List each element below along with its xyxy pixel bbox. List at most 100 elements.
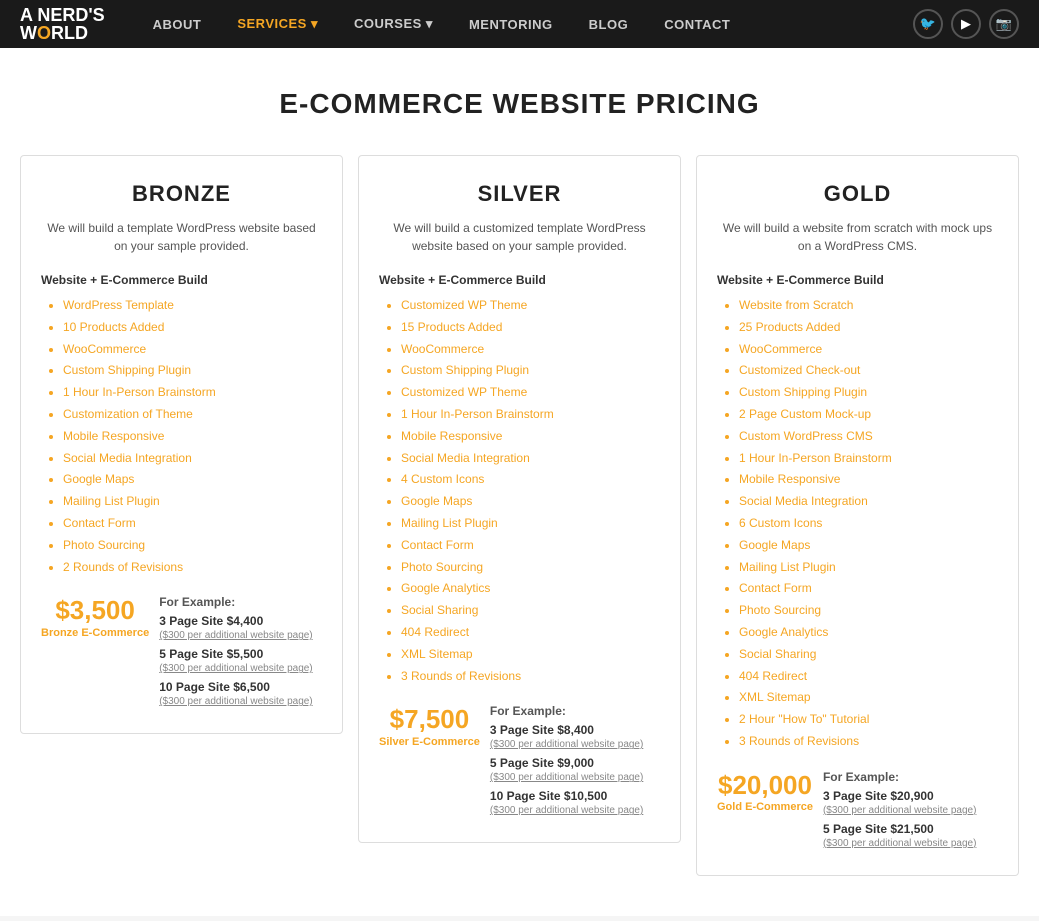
nav-about[interactable]: ABOUT	[135, 0, 220, 48]
price-note: ($300 per additional website page)	[490, 739, 660, 750]
feature-item: 1 Hour In-Person Brainstorm	[739, 450, 998, 467]
plan-silver: SILVER We will build a customized templa…	[358, 155, 681, 843]
price-note: ($300 per additional website page)	[159, 630, 322, 641]
feature-item: Customized WP Theme	[401, 297, 660, 314]
price-label: Silver E-Commerce	[379, 736, 480, 748]
price-row: 5 Page Site $5,500	[159, 647, 322, 661]
big-price: $3,500	[41, 595, 149, 626]
feature-item: Mobile Responsive	[739, 471, 998, 488]
example-title: For Example:	[490, 704, 660, 718]
feature-item: 1 Hour In-Person Brainstorm	[63, 384, 322, 401]
feature-item: WooCommerce	[401, 341, 660, 358]
price-note: ($300 per additional website page)	[159, 696, 322, 707]
feature-item: Custom Shipping Plugin	[401, 362, 660, 379]
main-content: E-COMMERCE WEBSITE PRICING BRONZE We wil…	[0, 48, 1039, 916]
feature-item: Contact Form	[401, 537, 660, 554]
feature-item: Mailing List Plugin	[63, 493, 322, 510]
section-label: Website + E-Commerce Build	[41, 273, 322, 287]
plan-bronze: BRONZE We will build a template WordPres…	[20, 155, 343, 734]
price-note: ($300 per additional website page)	[490, 805, 660, 816]
price-left: $7,500 Silver E-Commerce	[379, 704, 480, 747]
nav-courses[interactable]: COURSES ▾	[336, 0, 451, 48]
feature-item: Social Media Integration	[401, 450, 660, 467]
feature-item: XML Sitemap	[401, 646, 660, 663]
pricing-bottom: $3,500 Bronze E-Commerce For Example: 3 …	[41, 595, 322, 713]
site-logo[interactable]: A NERD'S WORLD	[20, 6, 105, 42]
nav-contact[interactable]: CONTACT	[646, 0, 748, 48]
feature-item: 3 Rounds of Revisions	[401, 668, 660, 685]
feature-item: 404 Redirect	[401, 624, 660, 641]
feature-item: Social Media Integration	[63, 450, 322, 467]
price-label: Bronze E-Commerce	[41, 627, 149, 639]
price-note: ($300 per additional website page)	[823, 805, 998, 816]
feature-item: 404 Redirect	[739, 668, 998, 685]
pricing-bottom: $20,000 Gold E-Commerce For Example: 3 P…	[717, 770, 998, 855]
feature-list: Website from Scratch 25 Products Added Woo…	[717, 297, 998, 750]
feature-item: 25 Products Added	[739, 319, 998, 336]
feature-item: 2 Page Custom Mock-up	[739, 406, 998, 423]
big-price: $7,500	[379, 704, 480, 735]
feature-item: Custom Shipping Plugin	[63, 362, 322, 379]
section-label: Website + E-Commerce Build	[379, 273, 660, 287]
price-examples: For Example: 3 Page Site $4,400 ($300 pe…	[159, 595, 322, 713]
feature-item: Google Analytics	[401, 580, 660, 597]
feature-item: 10 Products Added	[63, 319, 322, 336]
feature-item: 4 Custom Icons	[401, 471, 660, 488]
feature-item: 1 Hour In-Person Brainstorm	[401, 406, 660, 423]
feature-item: WordPress Template	[63, 297, 322, 314]
feature-item: Social Media Integration	[739, 493, 998, 510]
nav-links: ABOUT SERVICES ▾ COURSES ▾ MENTORING BLO…	[135, 0, 913, 48]
feature-item: 6 Custom Icons	[739, 515, 998, 532]
plan-description: We will build a template WordPress websi…	[41, 219, 322, 255]
plan-title: BRONZE	[41, 181, 322, 207]
plan-description: We will build a website from scratch wit…	[717, 219, 998, 255]
big-price: $20,000	[717, 770, 813, 801]
feature-item: Website from Scratch	[739, 297, 998, 314]
nav-blog[interactable]: BLOG	[571, 0, 647, 48]
navbar: A NERD'S WORLD ABOUT SERVICES ▾ COURSES …	[0, 0, 1039, 48]
feature-item: Contact Form	[739, 580, 998, 597]
feature-item: Social Sharing	[739, 646, 998, 663]
price-note: ($300 per additional website page)	[490, 772, 660, 783]
feature-item: Custom WordPress CMS	[739, 428, 998, 445]
nav-services[interactable]: SERVICES ▾	[219, 0, 336, 48]
example-title: For Example:	[159, 595, 322, 609]
feature-item: 15 Products Added	[401, 319, 660, 336]
feature-item: Mailing List Plugin	[401, 515, 660, 532]
plan-title: GOLD	[717, 181, 998, 207]
feature-item: Mailing List Plugin	[739, 559, 998, 576]
plan-gold: GOLD We will build a website from scratc…	[696, 155, 1019, 876]
feature-item: 2 Hour "How To" Tutorial	[739, 711, 998, 728]
feature-list: Customized WP Theme 15 Products Added WooC…	[379, 297, 660, 684]
example-title: For Example:	[823, 770, 998, 784]
price-row: 5 Page Site $21,500	[823, 822, 998, 836]
price-label: Gold E-Commerce	[717, 801, 813, 813]
feature-item: WooCommerce	[739, 341, 998, 358]
instagram-icon[interactable]: 📷	[989, 9, 1019, 39]
section-label: Website + E-Commerce Build	[717, 273, 998, 287]
price-row: 10 Page Site $10,500	[490, 789, 660, 803]
price-note: ($300 per additional website page)	[159, 663, 322, 674]
feature-item: WooCommerce	[63, 341, 322, 358]
price-row: 3 Page Site $4,400	[159, 614, 322, 628]
feature-item: Photo Sourcing	[63, 537, 322, 554]
feature-item: Google Maps	[739, 537, 998, 554]
twitter-icon[interactable]: 🐦	[913, 9, 943, 39]
feature-item: Custom Shipping Plugin	[739, 384, 998, 401]
youtube-icon[interactable]: ▶	[951, 9, 981, 39]
feature-list: WordPress Template 10 Products Added WooCo…	[41, 297, 322, 575]
price-left: $3,500 Bronze E-Commerce	[41, 595, 149, 638]
feature-item: Customized Check-out	[739, 362, 998, 379]
price-row: 10 Page Site $6,500	[159, 680, 322, 694]
nav-mentoring[interactable]: MENTORING	[451, 0, 571, 48]
pricing-grid: BRONZE We will build a template WordPres…	[20, 155, 1019, 876]
feature-item: Customization of Theme	[63, 406, 322, 423]
plan-description: We will build a customized template Word…	[379, 219, 660, 255]
feature-item: Customized WP Theme	[401, 384, 660, 401]
price-examples: For Example: 3 Page Site $8,400 ($300 pe…	[490, 704, 660, 822]
social-icons: 🐦 ▶ 📷	[913, 9, 1019, 39]
feature-item: 3 Rounds of Revisions	[739, 733, 998, 750]
price-row: 3 Page Site $8,400	[490, 723, 660, 737]
price-row: 5 Page Site $9,000	[490, 756, 660, 770]
price-row: 3 Page Site $20,900	[823, 789, 998, 803]
